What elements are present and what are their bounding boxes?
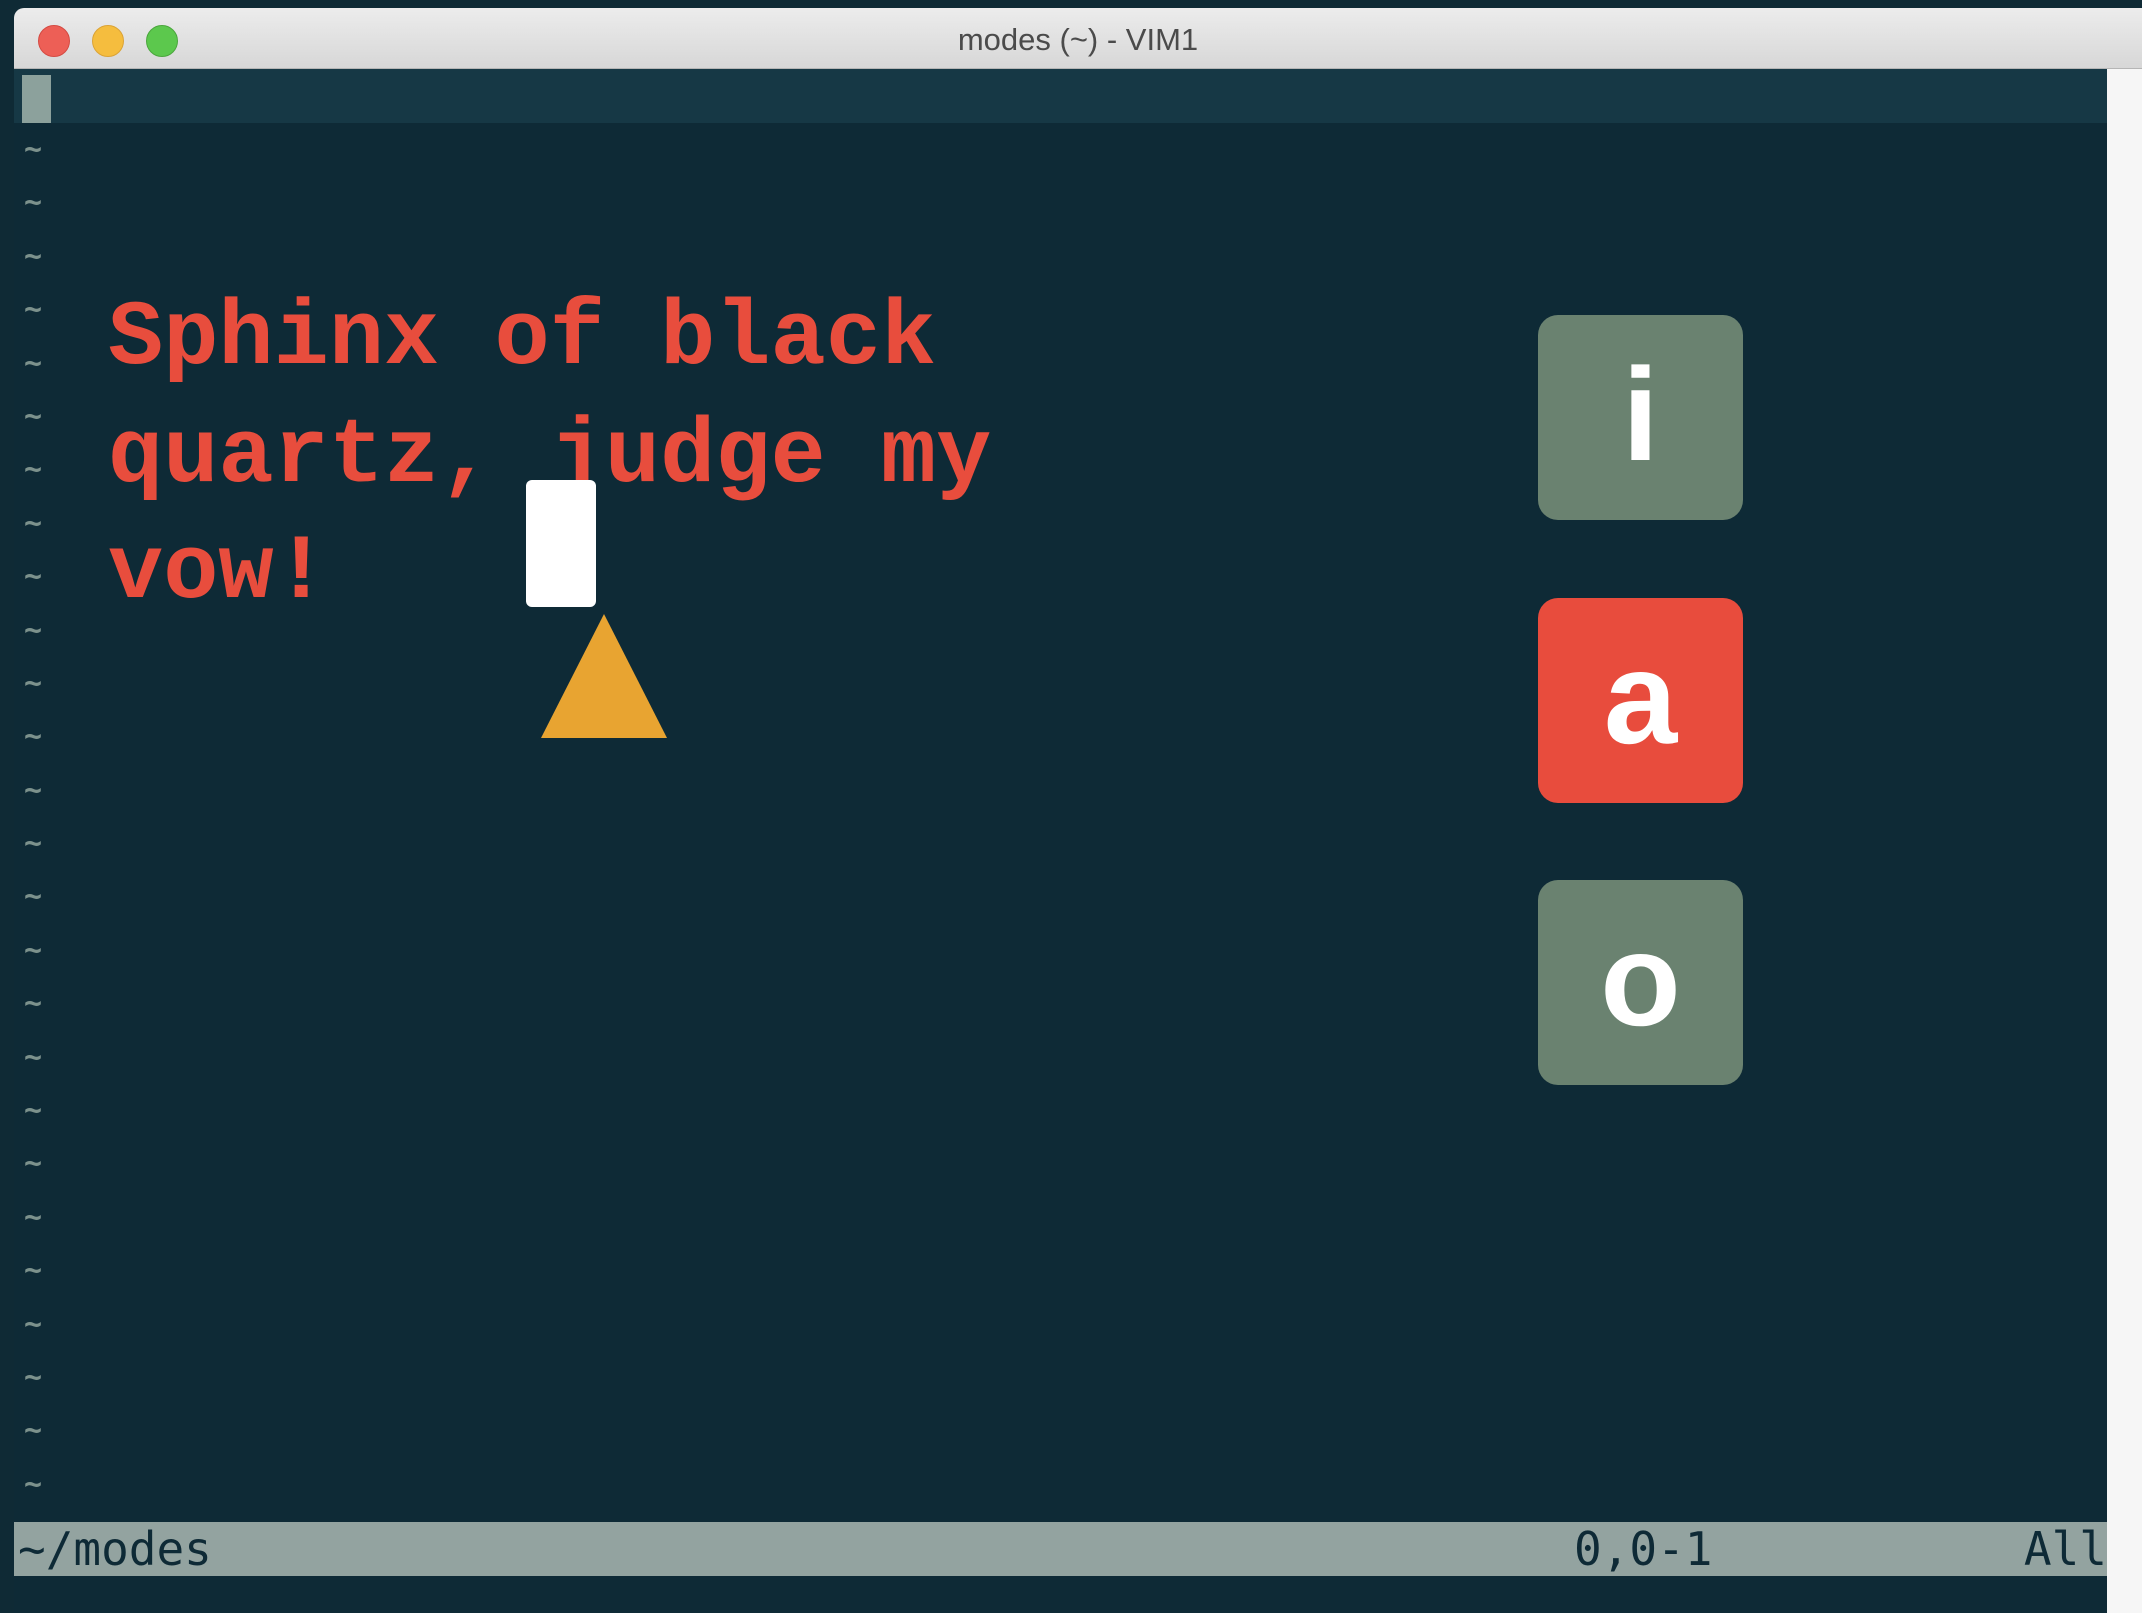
scrollbar[interactable] [2107,69,2142,1613]
tilde-marker: ~ [24,986,43,1022]
status-cursor-position: 0,0-1 [1574,1522,1713,1576]
tilde-marker: ~ [24,292,43,328]
tilde-marker: ~ [24,1039,43,1075]
mode-key-a: a [1538,598,1743,803]
tilde-marker: ~ [24,1146,43,1182]
window-title: modes (~) - VIM1 [957,22,1199,57]
mode-key-i: i [1538,315,1743,520]
title-bar: modes (~) - VIM1 [14,8,2142,69]
vim-window: modes (~) - VIM1 ~ ~ ~ ~ ~ ~ ~ ~ ~ ~ ~ ~ ~ ~ ~ ~ ~ ~ ~ ~ ~ ~ ~… [14,8,2142,1613]
tilde-marker: ~ [24,185,43,221]
mode-key-o: o [1538,880,1743,1085]
buffer-line-3[interactable]: vow! [108,527,329,619]
tilde-marker: ~ [24,1413,43,1449]
tilde-marker: ~ [24,612,43,648]
editor-area[interactable]: ~ ~ ~ ~ ~ ~ ~ ~ ~ ~ ~ ~ ~ ~ ~ ~ ~ ~ ~ ~ ~ ~ ~ ~ ~ ~ Sphinx of bla… [14,69,2107,1613]
tilde-marker: ~ [24,719,43,755]
tilde-gutter: ~ ~ ~ ~ ~ ~ ~ ~ ~ ~ ~ ~ ~ ~ ~ ~ ~ ~ ~ ~ ~ ~ ~ ~ ~ ~ [24,123,64,1511]
tilde-marker: ~ [24,826,43,862]
tilde-marker: ~ [24,505,43,541]
tilde-marker: ~ [24,1359,43,1395]
tilde-marker: ~ [24,559,43,595]
tilde-marker: ~ [24,665,43,701]
tilde-marker: ~ [24,1306,43,1342]
buffer-line-1[interactable]: Sphinx of black [108,293,936,385]
tilde-marker: ~ [24,132,43,167]
status-line: ~/modes 0,0-1 All [14,1522,2107,1576]
tilde-marker: ~ [24,1093,43,1129]
tilde-marker: ~ [24,238,43,274]
tilde-marker: ~ [24,1466,43,1502]
tilde-marker: ~ [24,772,43,808]
status-filename: ~/modes [18,1522,212,1576]
status-scroll-percent: All [2023,1522,2107,1576]
tilde-marker: ~ [24,932,43,968]
text-cursor [526,480,596,607]
tilde-marker: ~ [24,452,43,488]
tilde-marker: ~ [24,1253,43,1289]
tilde-marker: ~ [24,398,43,434]
tilde-marker: ~ [24,879,43,915]
line-cursor [22,75,51,123]
cursor-pointer-triangle [541,614,667,738]
current-line [14,69,2107,123]
tilde-marker: ~ [24,345,43,381]
tilde-marker: ~ [24,1199,43,1235]
